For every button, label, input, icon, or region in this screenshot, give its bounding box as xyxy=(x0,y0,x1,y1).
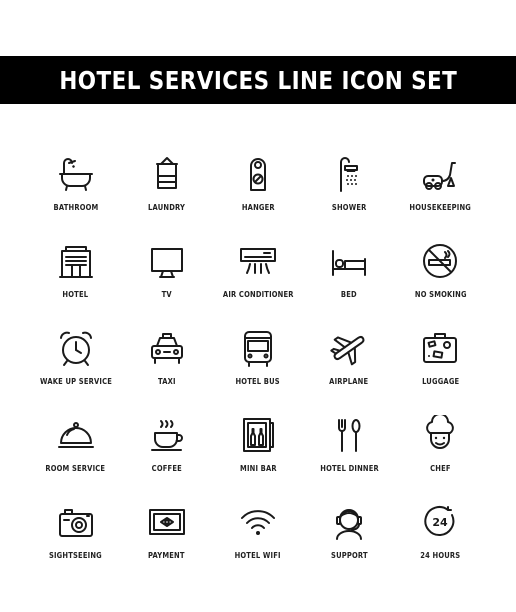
taxi-icon xyxy=(150,333,183,364)
icon-tile-mini-bar: MINI BAR xyxy=(212,413,303,500)
icon-tile-airplane: AIRPLANE xyxy=(304,326,395,413)
icon-label: HOTEL WIFI xyxy=(234,551,282,560)
shower-icon xyxy=(340,157,359,192)
icon-label: HOTEL DINNER xyxy=(319,464,379,473)
icon-label: HOTEL BUS xyxy=(235,377,281,386)
icon-tile-payment: PAYMENT xyxy=(121,500,212,587)
tv-icon xyxy=(150,248,183,278)
icon-tile-hotel: HOTEL xyxy=(30,239,121,326)
hotel-building-icon xyxy=(58,246,93,278)
icon-tile-24-hours: 24 24 HOURS xyxy=(395,500,486,587)
icon-tile-room-service: ROOM SERVICE xyxy=(30,413,121,500)
icon-label: MINI BAR xyxy=(239,464,277,473)
camera-icon xyxy=(58,509,93,537)
icon-tile-chef: CHEF xyxy=(395,413,486,500)
fork-spoon-icon xyxy=(338,419,361,452)
icon-label: LAUNDRY xyxy=(148,203,186,212)
cloche-icon xyxy=(57,422,94,448)
door-hanger-icon xyxy=(249,158,266,191)
icon-label: COFFEE xyxy=(151,464,182,473)
icon-tile-bed: BED xyxy=(304,239,395,326)
icon-label: NO SMOKING xyxy=(414,290,467,299)
wifi-icon xyxy=(240,510,275,535)
icon-tile-housekeeping: HOUSEKEEPING xyxy=(395,152,486,239)
24-hours-text: 24 xyxy=(433,516,449,529)
no-smoking-icon xyxy=(423,244,458,278)
towel-icon xyxy=(155,157,178,189)
alarm-clock-icon xyxy=(59,331,92,366)
icon-label: PAYMENT xyxy=(148,551,186,560)
icon-label: HANGER xyxy=(241,203,275,212)
bathtub-icon xyxy=(58,158,93,191)
icon-label: BATHROOM xyxy=(53,203,99,212)
bed-icon xyxy=(332,250,367,276)
icon-label: CHEF xyxy=(430,464,451,473)
icon-tile-hanger: HANGER xyxy=(212,152,303,239)
icon-grid: BATHROOM LAUNDRY HANGER SHOWER HOUSEKEEP… xyxy=(30,152,486,587)
headset-operator-icon xyxy=(336,509,363,540)
icon-tile-bathroom: BATHROOM xyxy=(30,152,121,239)
24-hours-icon: 24 xyxy=(424,506,455,536)
icon-tile-air-conditioner: AIR CONDITIONER xyxy=(212,239,303,326)
icon-tile-shower: SHOWER xyxy=(304,152,395,239)
icon-tile-sightseeing: SIGHTSEEING xyxy=(30,500,121,587)
icon-tile-hotel-bus: HOTEL BUS xyxy=(212,326,303,413)
title-banner: HOTEL SERVICES LINE ICON SET xyxy=(0,56,516,104)
bus-icon xyxy=(243,331,272,367)
luggage-icon xyxy=(423,333,458,363)
icon-label: TAXI xyxy=(157,377,176,386)
icon-label: HOUSEKEEPING xyxy=(409,203,472,212)
air-conditioner-icon xyxy=(239,248,276,274)
vacuum-icon xyxy=(423,162,457,190)
icon-label: AIRPLANE xyxy=(329,377,369,386)
airplane-icon xyxy=(330,335,365,366)
icon-label: HOTEL xyxy=(62,290,89,299)
icon-tile-hotel-wifi: HOTEL WIFI xyxy=(212,500,303,587)
icon-label: BED xyxy=(341,290,358,299)
icon-tile-tv: TV xyxy=(121,239,212,326)
coffee-cup-icon xyxy=(150,420,183,451)
icon-label: WAKE UP SERVICE xyxy=(39,377,112,386)
icon-label: SUPPORT xyxy=(330,551,368,560)
minibar-icon xyxy=(242,418,274,452)
icon-tile-laundry: LAUNDRY xyxy=(121,152,212,239)
icon-label: SIGHTSEEING xyxy=(49,551,103,560)
icon-label: SHOWER xyxy=(331,203,367,212)
icon-tile-support: SUPPORT xyxy=(304,500,395,587)
icon-label: LUGGAGE xyxy=(421,377,459,386)
chef-hat-icon xyxy=(426,415,455,449)
icon-tile-luggage: LUGGAGE xyxy=(395,326,486,413)
icon-tile-taxi: TAXI xyxy=(121,326,212,413)
icon-tile-coffee: COFFEE xyxy=(121,413,212,500)
icon-tile-wake-up-service: WAKE UP SERVICE xyxy=(30,326,121,413)
icon-label: AIR CONDITIONER xyxy=(222,290,294,299)
icon-label: TV xyxy=(161,290,172,299)
banknote-icon xyxy=(148,509,185,535)
page-title: HOTEL SERVICES LINE ICON SET xyxy=(59,65,457,95)
icon-label: 24 HOURS xyxy=(420,551,461,560)
icon-label: ROOM SERVICE xyxy=(45,464,106,473)
icon-tile-hotel-dinner: HOTEL DINNER xyxy=(304,413,395,500)
icon-tile-no-smoking: NO SMOKING xyxy=(395,239,486,326)
